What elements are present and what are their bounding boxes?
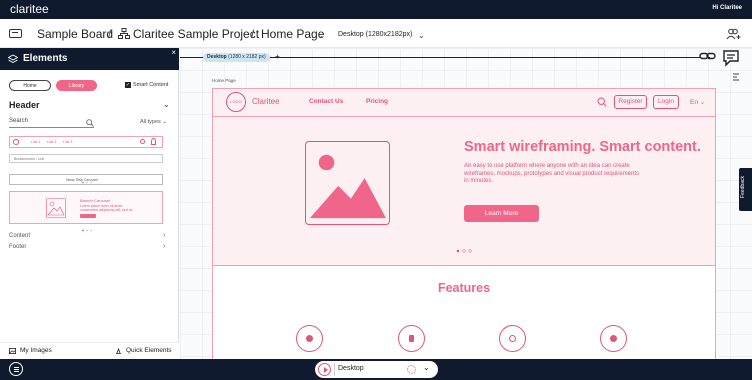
type-filter[interactable]: All types ⌄ <box>140 119 167 125</box>
panel-header: Elements × <box>0 48 179 70</box>
tab-library[interactable]: Library <box>56 80 97 91</box>
thumb-link: Link 1 <box>31 140 41 144</box>
hero-description[interactable]: An easy to use platform where anyone wit… <box>464 163 644 186</box>
header-thumbnail-nav[interactable]: Link 1 Link 2 Link 3 <box>9 136 163 148</box>
breadcrumb-separator: / <box>108 27 112 41</box>
thumb-link: Link 3 <box>63 140 73 144</box>
search-icon[interactable] <box>597 97 607 107</box>
device-tab-size: (1280 x 2182 px) <box>228 54 266 60</box>
carousel-dots[interactable] <box>455 249 473 253</box>
hero-section[interactable]: LOGO Claritee Contact Us Pricing Registe… <box>213 89 715 266</box>
accordion-footer[interactable]: Footer <box>9 244 26 250</box>
panel-title: Elements <box>23 53 68 64</box>
header-thumbnail-banner-carousel[interactable]: Banner Carousel Lorem ipsum dolor sit am… <box>9 191 163 224</box>
thumb-link: Link 2 <box>47 140 57 144</box>
smart-content-checkbox[interactable]: ✓ <box>125 82 131 88</box>
board-icon[interactable] <box>9 29 22 38</box>
play-icon[interactable] <box>318 363 331 376</box>
device-label: Desktop <box>338 365 364 372</box>
feedback-label: Feedback <box>739 176 746 198</box>
viewport-selector[interactable]: Desktop (1280x2182px) <box>338 31 412 38</box>
breadcrumb-project[interactable]: Claritee Sample Project <box>133 27 259 41</box>
feedback-tab[interactable]: Feedback <box>739 168 752 211</box>
breadcrumb-page[interactable]: Home Page <box>261 27 324 41</box>
sitemap-icon <box>118 28 130 39</box>
carousel-dots <box>82 229 92 232</box>
add-viewport-button[interactable]: + <box>275 52 280 61</box>
nav-link-pricing[interactable]: Pricing <box>366 98 388 105</box>
feature-icon-3[interactable] <box>499 325 526 352</box>
thumb-label: Breadcrumbs / Link <box>14 157 45 161</box>
login-button[interactable]: Login <box>653 95 679 109</box>
wireframe-brand[interactable]: Claritee <box>252 97 280 106</box>
carousel-dots <box>82 181 92 184</box>
device-tab[interactable]: Desktop (1280 x 2182 px) <box>203 53 270 62</box>
tab-home[interactable]: Home <box>9 80 51 91</box>
wireframe-page[interactable]: LOGO Claritee Contact Us Pricing Registe… <box>212 88 716 359</box>
thumb-title: Banner Carousel <box>80 198 111 203</box>
search-icon[interactable] <box>86 119 94 127</box>
close-icon[interactable]: × <box>171 48 176 57</box>
user-greeting[interactable]: Hi Claritee <box>712 5 742 11</box>
elements-panel: Elements × Home Library ✓ Smart Content … <box>0 48 179 359</box>
design-canvas[interactable]: Desktop (1280 x 2182 px) + Home Page LOG… <box>180 48 752 359</box>
breadcrumb-separator: / <box>251 27 255 41</box>
my-images-button[interactable]: My Images <box>20 347 52 354</box>
comments-icon[interactable] <box>721 48 741 68</box>
loading-icon <box>407 365 416 374</box>
features-heading[interactable]: Features <box>213 281 715 295</box>
learn-more-button[interactable]: Learn More <box>464 205 539 222</box>
feature-icon-2[interactable] <box>398 325 425 352</box>
smart-content-label: Smart Content <box>133 82 169 88</box>
chevron-right-icon[interactable]: › <box>163 232 165 239</box>
wireframe-logo[interactable]: LOGO <box>226 92 246 112</box>
header-thumbnail-breadcrumbs[interactable]: Breadcrumbs / Link <box>9 154 163 163</box>
chevron-down-icon[interactable]: ⌄ <box>418 31 425 40</box>
lightning-icon <box>116 348 121 354</box>
chevron-down-icon[interactable]: ⌄ <box>423 363 430 372</box>
app-logo[interactable]: claritee <box>10 2 49 16</box>
chevron-down-icon[interactable]: ⌄ <box>163 100 170 109</box>
hero-headline[interactable]: Smart wireframing. Smart content. <box>464 139 701 155</box>
nav-link-contact[interactable]: Contact Us <box>309 98 343 105</box>
logo-placeholder <box>13 139 19 145</box>
feature-icon-4[interactable] <box>600 325 627 352</box>
search-icon <box>140 139 145 144</box>
link-icon[interactable] <box>699 51 716 61</box>
panel-footer: My Images Quick Elements <box>0 342 179 359</box>
divider <box>334 363 335 376</box>
chevron-right-icon[interactable]: › <box>163 243 165 250</box>
quick-elements-button[interactable]: Quick Elements <box>126 347 172 354</box>
top-bar: claritee Hi Claritee <box>0 0 752 19</box>
chevron-down-icon[interactable]: ⌄ <box>317 31 324 40</box>
wireframe-nav[interactable]: LOGO Claritee Contact Us Pricing Registe… <box>213 89 715 117</box>
collapse-icon[interactable] <box>732 73 740 81</box>
bottom-bar: Desktop ⌄ <box>0 359 752 380</box>
register-button[interactable]: Register <box>614 95 647 109</box>
search-input[interactable]: Search <box>9 118 94 128</box>
image-icon <box>9 348 16 354</box>
user-icon <box>151 138 156 145</box>
image-placeholder-icon <box>46 198 66 218</box>
language-selector[interactable]: En ⌄ <box>690 98 705 106</box>
feature-icon-1[interactable] <box>296 325 323 352</box>
preview-control[interactable]: Desktop ⌄ <box>315 361 438 378</box>
language-label: En <box>690 99 698 106</box>
device-tab-name: Desktop <box>207 54 227 60</box>
breadcrumb-board[interactable]: Sample Board <box>37 27 113 41</box>
section-title[interactable]: Header <box>9 100 40 110</box>
menu-icon[interactable] <box>9 362 23 376</box>
thumb-button <box>80 214 96 218</box>
thumb-text: consectetur adipiscing elit, sed do <box>80 208 133 212</box>
add-user-icon[interactable] <box>726 28 742 40</box>
type-filter-label: All types <box>140 119 161 125</box>
breadcrumb: Sample Board / Claritee Sample Project /… <box>0 19 752 48</box>
accordion-content[interactable]: Content <box>9 233 30 239</box>
layers-icon <box>8 54 18 64</box>
page-label: Home Page <box>212 78 236 83</box>
hero-image-placeholder[interactable] <box>305 141 390 225</box>
